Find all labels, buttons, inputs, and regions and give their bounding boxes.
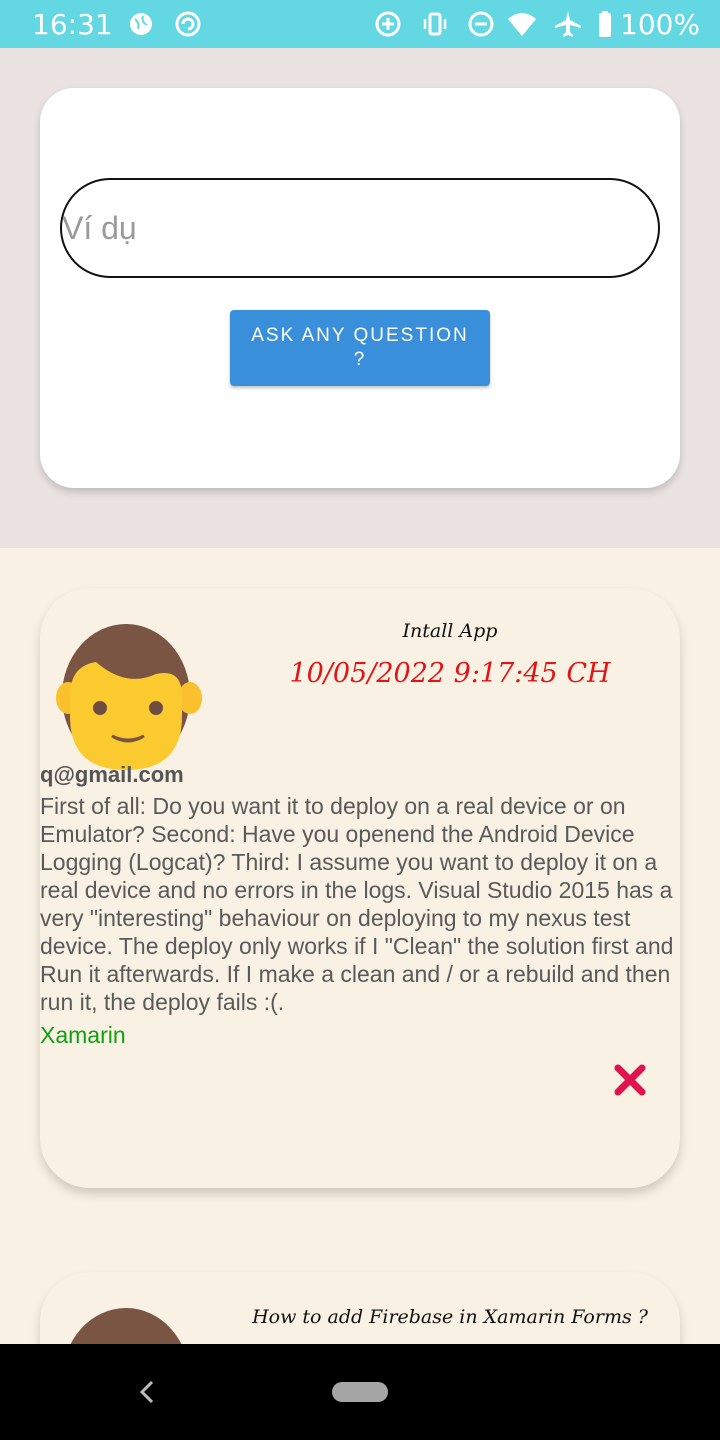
battery-percent: 100% (620, 8, 701, 41)
airplane-icon (555, 11, 581, 37)
ask-card: ASK ANY QUESTION ? (40, 88, 680, 488)
vpn-globe-icon (130, 13, 152, 35)
ask-section: ASK ANY QUESTION ? (0, 48, 720, 548)
battery-icon (599, 11, 611, 37)
sync-icon (175, 11, 201, 37)
close-icon[interactable] (612, 1062, 648, 1098)
post-author-email: q@gmail.com (40, 762, 184, 787)
wifi-icon (508, 13, 536, 36)
data-saver-icon (375, 11, 401, 37)
post-body: First of all: Do you want it to deploy o… (40, 793, 674, 1015)
vibrate-icon (423, 12, 447, 36)
status-bar: 16:31 100% (0, 0, 720, 48)
do-not-disturb-icon (468, 11, 494, 37)
person-avatar-icon (56, 624, 202, 770)
post-date: 10/05/2022 9:17:45 CH (289, 658, 611, 689)
post-tag[interactable]: Xamarin (40, 1022, 126, 1049)
post-title: How to add Firebase in Xamarin Forms ? (252, 1306, 648, 1328)
post-title: Intall App (402, 620, 498, 642)
question-input[interactable] (60, 178, 660, 278)
ask-question-button[interactable]: ASK ANY QUESTION ? (230, 310, 490, 386)
status-time: 16:31 (32, 8, 113, 41)
post-card[interactable]: Intall App 10/05/2022 9:17:45 CH q@gmail… (40, 588, 680, 1188)
home-pill-icon[interactable] (332, 1382, 388, 1402)
back-icon[interactable] (136, 1374, 160, 1410)
